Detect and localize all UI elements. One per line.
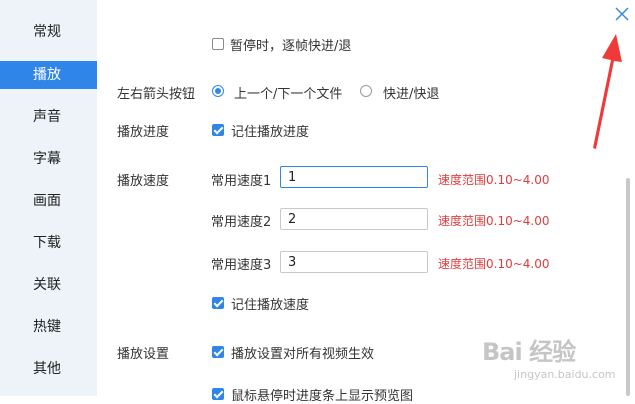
sidebar-item-general[interactable]: 常规 <box>0 18 97 46</box>
sidebar-item-associations[interactable]: 关联 <box>0 271 97 299</box>
progress-section-label: 播放进度 <box>117 125 170 140</box>
arrow-keys-label: 左右箭头按钮 <box>117 87 196 102</box>
sidebar-item-hotkeys[interactable]: 热键 <box>0 313 97 341</box>
seek-label: 快进/快退 <box>383 87 440 102</box>
apply-all-checkbox[interactable] <box>212 346 224 358</box>
sidebar-item-audio[interactable]: 声音 <box>0 103 97 131</box>
seek-radio[interactable] <box>360 85 372 97</box>
prev-next-file-radio[interactable] <box>212 85 224 97</box>
sidebar-item-playback[interactable]: 播放 <box>0 61 97 89</box>
speed1-label: 常用速度1 <box>211 174 272 189</box>
speed-section-label: 播放速度 <box>117 174 170 189</box>
speed2-label: 常用速度2 <box>211 215 272 230</box>
speed3-range-hint: 速度范围0.10~4.00 <box>438 257 550 271</box>
close-icon <box>615 7 629 21</box>
speed1-range-hint: 速度范围0.10~4.00 <box>438 173 550 187</box>
close-button[interactable] <box>614 6 630 22</box>
speed1-input[interactable] <box>280 166 428 188</box>
sidebar-item-subtitles[interactable]: 字幕 <box>0 145 97 173</box>
preview-label: 鼠标悬停时进度条上显示预览图 <box>231 389 414 404</box>
apply-all-label: 播放设置对所有视频生效 <box>231 347 375 362</box>
remember-speed-checkbox[interactable] <box>212 297 224 309</box>
settings-sidebar: 常规 播放 声音 字幕 画面 下载 关联 热键 其他 <box>0 0 97 396</box>
prev-next-file-label: 上一个/下一个文件 <box>234 87 343 102</box>
preview-checkbox[interactable] <box>212 388 224 400</box>
remember-speed-label: 记住播放速度 <box>231 298 310 313</box>
pause-step-checkbox[interactable] <box>212 38 224 50</box>
playback-section-label: 播放设置 <box>117 347 170 362</box>
sidebar-item-other[interactable]: 其他 <box>0 355 97 383</box>
watermark: Bai 经验 jingyan.baidu.com <box>482 332 632 392</box>
speed2-input[interactable] <box>280 208 428 230</box>
speed2-range-hint: 速度范围0.10~4.00 <box>438 214 550 228</box>
watermark-url: jingyan.baidu.com <box>514 368 616 381</box>
watermark-logo-text: Bai 经验 <box>482 338 576 366</box>
remember-progress-checkbox[interactable] <box>212 124 224 136</box>
speed3-input[interactable] <box>280 251 428 273</box>
speed3-label: 常用速度3 <box>211 258 272 273</box>
annotation-arrow-icon <box>593 34 622 149</box>
remember-progress-label: 记住播放进度 <box>231 125 310 140</box>
sidebar-item-download[interactable]: 下载 <box>0 229 97 257</box>
sidebar-item-picture[interactable]: 画面 <box>0 187 97 215</box>
pause-step-label: 暂停时，逐帧快进/退 <box>230 39 352 54</box>
